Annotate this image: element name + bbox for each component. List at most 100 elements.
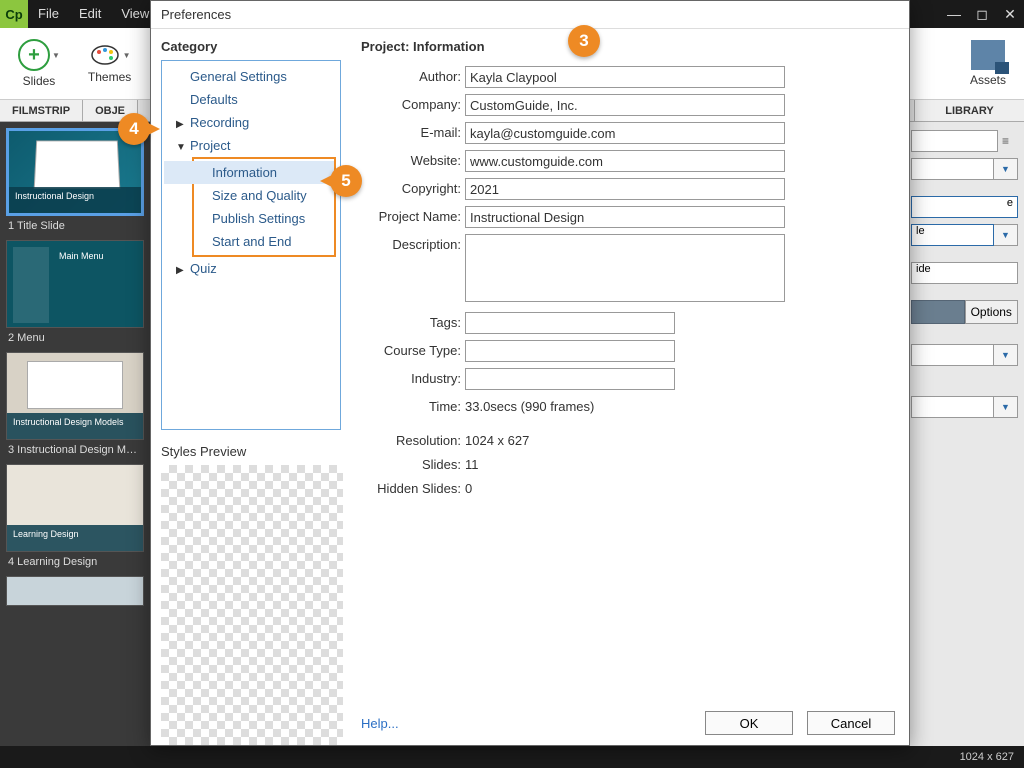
assets-tool[interactable]: Assets (970, 40, 1006, 87)
status-bar: 1024 x 627 (0, 746, 1024, 768)
industry-label: Industry: (361, 368, 465, 386)
slide-thumb-3[interactable]: Instructional Design Models 3 Instructio… (6, 352, 144, 456)
styles-preview-label: Styles Preview (161, 444, 341, 459)
chevron-down-icon[interactable]: ▼ (994, 344, 1018, 366)
window-close-button[interactable]: ✕ (996, 2, 1024, 26)
tab-filmstrip[interactable]: FILMSTRIP (0, 100, 83, 121)
chevron-down-icon[interactable]: ▼ (994, 158, 1018, 180)
author-input[interactable] (465, 66, 785, 88)
slide-thumb-2[interactable]: Main Menu 2 Menu (6, 240, 144, 344)
callout-5: 5 (330, 165, 362, 197)
tab-library[interactable]: LIBRARY (914, 100, 1024, 121)
email-label: E-mail: (361, 122, 465, 140)
slides-count-value: 11 (465, 454, 479, 472)
course-type-label: Course Type: (361, 340, 465, 358)
slide-label: 2 Menu (6, 332, 144, 344)
description-label: Description: (361, 234, 465, 252)
company-input[interactable] (465, 94, 785, 116)
triangle-right-icon: ▶ (176, 115, 184, 134)
slides-count-label: Slides: (361, 454, 465, 472)
slide-thumb-4[interactable]: Learning Design 4 Learning Design (6, 464, 144, 568)
hidden-slides-value: 0 (465, 478, 472, 496)
dialog-title: Preferences (151, 1, 909, 29)
tree-project[interactable]: ▼Project (162, 134, 340, 157)
description-textarea[interactable] (465, 234, 785, 302)
slide-label: 4 Learning Design (6, 556, 144, 568)
prop-field-1[interactable] (911, 130, 998, 152)
time-value: 33.0secs (990 frames) (465, 396, 594, 414)
project-name-label: Project Name: (361, 206, 465, 224)
company-label: Company: (361, 94, 465, 112)
category-tree: General Settings Defaults ▶Recording ▼Pr… (161, 60, 341, 430)
prop-dropdown-2[interactable] (911, 344, 994, 366)
course-type-input[interactable] (465, 340, 675, 362)
plus-icon: + (18, 39, 50, 71)
callout-4: 4 (118, 113, 150, 145)
assets-label: Assets (970, 73, 1006, 87)
tree-recording[interactable]: ▶Recording (162, 111, 340, 134)
menu-bar: File Edit View (28, 0, 159, 28)
themes-label: Themes (88, 70, 131, 84)
triangle-right-icon: ▶ (176, 261, 184, 280)
author-label: Author: (361, 66, 465, 84)
tree-size-quality[interactable]: Size and Quality (164, 184, 334, 207)
options-button[interactable]: Options (965, 300, 1019, 324)
properties-panel: ≡ ▼ e le▼ ide Options ▼ ▼ (904, 122, 1024, 746)
slides-label: Slides (23, 74, 56, 88)
cancel-button[interactable]: Cancel (807, 711, 895, 735)
preferences-dialog: Preferences Category General Settings De… (150, 0, 910, 746)
tree-defaults[interactable]: Defaults (162, 88, 340, 111)
menu-edit[interactable]: Edit (69, 0, 111, 28)
tree-information[interactable]: Information (164, 161, 334, 184)
tree-start-end[interactable]: Start and End (164, 230, 334, 253)
slides-tool[interactable]: + ▼ Slides (18, 39, 60, 88)
prop-field-le[interactable]: le (911, 224, 994, 246)
window-maximize-button[interactable]: ◻ (968, 2, 996, 26)
resolution-label: Resolution: (361, 430, 465, 448)
tree-quiz[interactable]: ▶Quiz (162, 257, 340, 280)
prop-field-e[interactable]: e (911, 196, 1018, 218)
website-label: Website: (361, 150, 465, 168)
tags-label: Tags: (361, 312, 465, 330)
panel-heading: Project: Information (361, 39, 895, 54)
prop-dropdown-1[interactable] (911, 158, 994, 180)
app-logo: Cp (0, 0, 28, 28)
styles-preview-area (161, 465, 343, 745)
ok-button[interactable]: OK (705, 711, 793, 735)
window-minimize-button[interactable]: — (940, 2, 968, 26)
dark-button[interactable] (911, 300, 965, 324)
chevron-down-icon: ▼ (52, 51, 60, 60)
filmstrip-panel: Instructional Design 1 Title Slide Main … (0, 122, 150, 746)
tree-general-settings[interactable]: General Settings (162, 65, 340, 88)
guide-field[interactable]: ide (911, 262, 1018, 284)
prop-dropdown-3[interactable] (911, 396, 994, 418)
project-subitems-highlight: Information Size and Quality Publish Set… (192, 157, 336, 257)
project-name-input[interactable] (465, 206, 785, 228)
menu-icon[interactable]: ≡ (1002, 134, 1018, 148)
help-link[interactable]: Help... (361, 716, 399, 731)
triangle-down-icon: ▼ (176, 138, 186, 157)
callout-3: 3 (568, 25, 600, 57)
menu-file[interactable]: File (28, 0, 69, 28)
resolution-value: 1024 x 627 (465, 430, 529, 448)
category-label: Category (161, 39, 341, 54)
themes-tool[interactable]: ▼ Themes (88, 43, 131, 84)
slide-thumb-5[interactable] (6, 576, 144, 606)
copyright-label: Copyright: (361, 178, 465, 196)
copyright-input[interactable] (465, 178, 785, 200)
chevron-down-icon: ▼ (123, 51, 131, 60)
assets-icon (971, 40, 1005, 70)
chevron-down-icon[interactable]: ▼ (994, 224, 1018, 246)
slide-thumb-1[interactable]: Instructional Design 1 Title Slide (6, 128, 144, 232)
slide-label: 3 Instructional Design M… (6, 444, 144, 456)
tags-input[interactable] (465, 312, 675, 334)
industry-input[interactable] (465, 368, 675, 390)
tree-publish-settings[interactable]: Publish Settings (164, 207, 334, 230)
chevron-down-icon[interactable]: ▼ (994, 396, 1018, 418)
palette-icon (89, 43, 121, 67)
slide-label: 1 Title Slide (6, 220, 144, 232)
time-label: Time: (361, 396, 465, 414)
website-input[interactable] (465, 150, 785, 172)
status-resolution: 1024 x 627 (960, 751, 1014, 763)
email-input[interactable] (465, 122, 785, 144)
